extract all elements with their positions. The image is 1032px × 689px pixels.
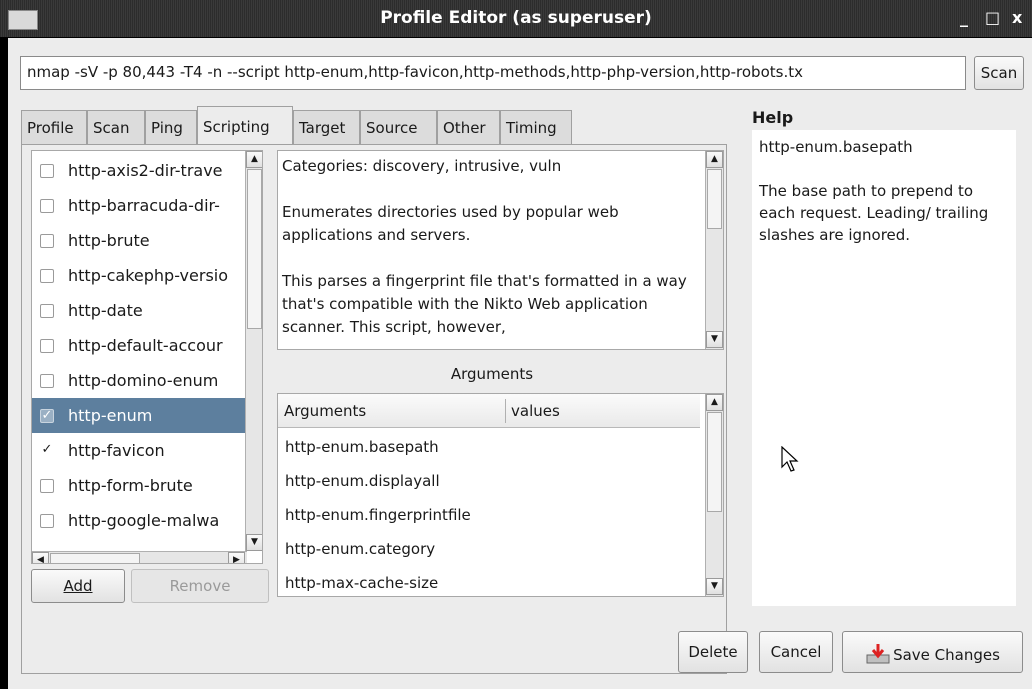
- delete-button[interactable]: Delete: [678, 631, 748, 673]
- remove-label: Remove: [169, 577, 231, 595]
- add-button[interactable]: Add: [31, 569, 125, 603]
- add-label: Add: [63, 577, 93, 595]
- save-icon: [866, 644, 890, 664]
- script-list[interactable]: http-axis2-dir-trave http-barracuda-dir-…: [31, 150, 263, 564]
- tab-ping[interactable]: Ping: [145, 110, 197, 144]
- checkbox[interactable]: [40, 374, 54, 388]
- scan-button[interactable]: Scan: [974, 56, 1024, 90]
- script-list-hscroll[interactable]: ◀ ▶: [32, 551, 247, 563]
- scroll-thumb[interactable]: [707, 169, 722, 229]
- save-changes-label: Save Changes: [893, 646, 1000, 664]
- checkbox-checked[interactable]: ✓: [40, 443, 54, 458]
- cancel-label: Cancel: [770, 643, 822, 661]
- hscroll-thumb[interactable]: [50, 553, 140, 563]
- table-row[interactable]: http-enum.basepath: [278, 430, 700, 464]
- window-title: Profile Editor (as superuser): [380, 8, 652, 28]
- maximize-button[interactable]: □: [985, 8, 1000, 27]
- command-input[interactable]: nmap -sV -p 80,443 -T4 -n --script http-…: [20, 56, 966, 90]
- cancel-button[interactable]: Cancel: [759, 631, 833, 673]
- checkbox[interactable]: [40, 514, 54, 528]
- help-text: The base path to prepend to each request…: [759, 182, 989, 244]
- scroll-right-icon[interactable]: ▶: [228, 552, 245, 563]
- scroll-up-icon[interactable]: ▲: [246, 151, 262, 168]
- checkbox[interactable]: [40, 164, 54, 178]
- arguments-vscroll[interactable]: ▲ ▼: [705, 394, 723, 596]
- remove-button[interactable]: Remove: [131, 569, 269, 603]
- checkbox[interactable]: [40, 479, 54, 493]
- description-categories: Categories: discovery, intrusive, vuln: [282, 157, 562, 175]
- script-description[interactable]: Categories: discovery, intrusive, vuln E…: [277, 150, 724, 350]
- scroll-down-icon[interactable]: ▼: [706, 578, 723, 595]
- checkbox[interactable]: [40, 199, 54, 213]
- table-row[interactable]: http-enum.category: [278, 532, 700, 566]
- tab-source[interactable]: Source: [360, 110, 437, 144]
- list-item[interactable]: http-brute: [32, 223, 247, 258]
- checkbox[interactable]: [40, 269, 54, 283]
- delete-label: Delete: [688, 643, 738, 661]
- checkbox[interactable]: [40, 234, 54, 248]
- list-item[interactable]: ✓ http-favicon: [32, 433, 247, 468]
- dialog-body: nmap -sV -p 80,443 -T4 -n --script http-…: [8, 38, 1032, 689]
- column-header-arguments[interactable]: Arguments: [284, 402, 366, 420]
- tab-target[interactable]: Target: [293, 110, 360, 144]
- list-item[interactable]: http-cakephp-versio: [32, 258, 247, 293]
- tab-scan[interactable]: Scan: [87, 110, 145, 144]
- checkbox[interactable]: [40, 304, 54, 318]
- description-text: Categories: discovery, intrusive, vuln E…: [282, 155, 702, 339]
- description-para1: Enumerates directories used by popular w…: [282, 203, 619, 244]
- scroll-up-icon[interactable]: ▲: [706, 394, 723, 411]
- table-row[interactable]: http-max-cache-size: [278, 566, 700, 596]
- list-item[interactable]: http-domino-enum: [32, 363, 247, 398]
- list-item[interactable]: http-barracuda-dir-: [32, 188, 247, 223]
- description-para2: This parses a fingerprint file that's fo…: [282, 272, 687, 336]
- list-item[interactable]: http-google-malwa: [32, 503, 247, 533]
- minimize-button[interactable]: _: [960, 8, 968, 27]
- arguments-table[interactable]: Arguments values http-enum.basepath http…: [277, 393, 724, 597]
- scroll-down-icon[interactable]: ▼: [246, 534, 262, 551]
- list-item[interactable]: http-default-accour: [32, 328, 247, 363]
- arguments-label: Arguments: [450, 365, 534, 383]
- scroll-up-icon[interactable]: ▲: [706, 151, 723, 168]
- scroll-thumb[interactable]: [707, 412, 722, 512]
- title-bar[interactable]: Profile Editor (as superuser) _ □ x: [0, 0, 1032, 37]
- list-item[interactable]: http-date: [32, 293, 247, 328]
- tab-other[interactable]: Other: [437, 110, 500, 144]
- checkbox-checked[interactable]: ✓: [40, 409, 54, 423]
- table-row[interactable]: http-enum.displayall: [278, 464, 700, 498]
- tab-timing[interactable]: Timing: [500, 110, 572, 144]
- profile-editor-window: Profile Editor (as superuser) _ □ x nmap…: [0, 0, 1032, 689]
- mouse-cursor-icon: [781, 446, 799, 472]
- help-title: Help: [752, 108, 794, 127]
- help-arg-name: http-enum.basepath: [759, 138, 913, 156]
- help-panel: http-enum.basepath The base path to prep…: [752, 130, 1016, 606]
- list-item[interactable]: http-form-brute: [32, 468, 247, 503]
- scroll-down-icon[interactable]: ▼: [706, 331, 723, 348]
- scroll-thumb[interactable]: [247, 169, 262, 329]
- column-header-values[interactable]: values: [511, 402, 560, 420]
- scroll-left-icon[interactable]: ◀: [32, 552, 49, 563]
- description-vscroll[interactable]: ▲ ▼: [705, 151, 723, 349]
- table-row[interactable]: http-enum.fingerprintfile: [278, 498, 700, 532]
- list-item[interactable]: http-axis2-dir-trave: [32, 153, 247, 188]
- checkbox[interactable]: [40, 339, 54, 353]
- script-list-vscroll[interactable]: ▲ ▼: [245, 151, 262, 551]
- save-changes-button[interactable]: Save Changes: [842, 631, 1023, 673]
- scripting-panel: http-axis2-dir-trave http-barracuda-dir-…: [21, 144, 727, 674]
- tab-profile[interactable]: Profile: [21, 110, 87, 144]
- arguments-header: Arguments values: [278, 394, 700, 428]
- tab-scripting[interactable]: Scripting: [197, 106, 293, 145]
- close-button[interactable]: x: [1012, 8, 1022, 27]
- list-item-selected[interactable]: ✓ http-enum: [32, 398, 247, 433]
